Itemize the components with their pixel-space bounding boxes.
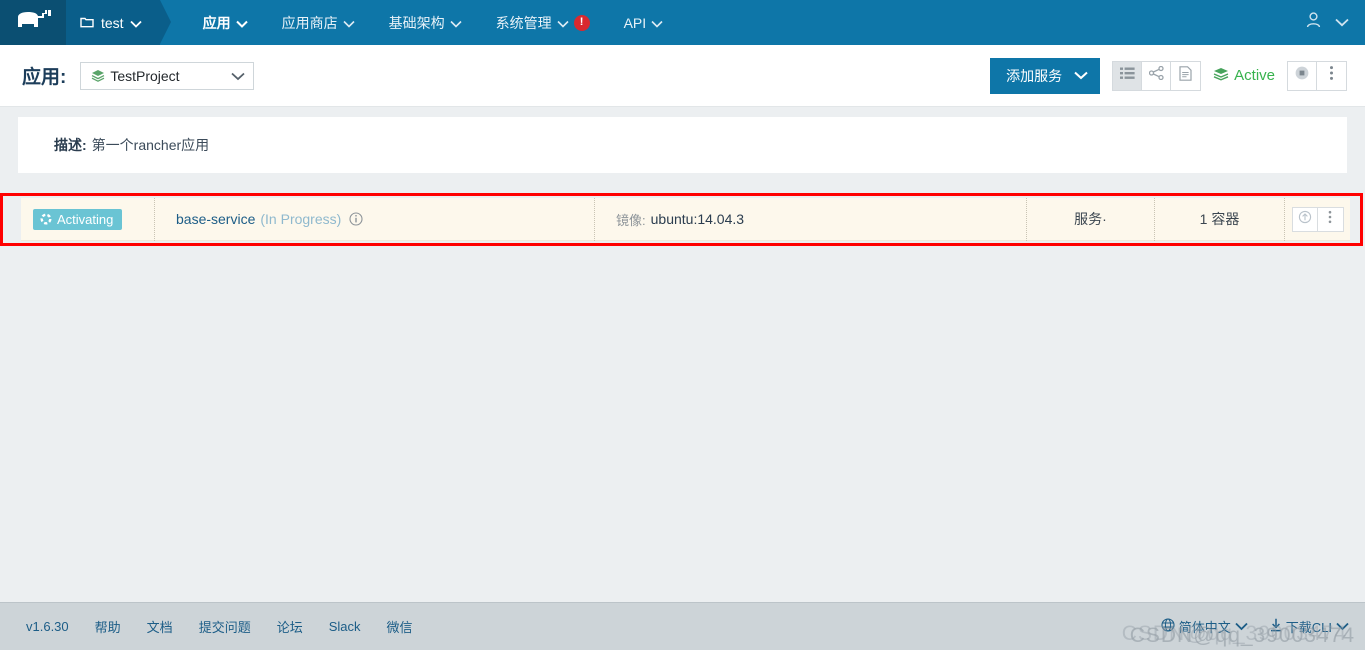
footer-link-docs[interactable]: 文档	[147, 617, 173, 636]
spinner-icon	[40, 213, 52, 225]
chevron-down-icon	[557, 15, 569, 31]
chevron-down-icon	[1235, 619, 1248, 634]
header-actions: 添加服务 Active	[990, 57, 1347, 94]
service-menu-button[interactable]	[1317, 207, 1343, 231]
stack-action-group	[1287, 60, 1347, 91]
service-name-cell: base-service (In Progress)	[154, 197, 594, 241]
nav-item-applications[interactable]: 应用	[186, 0, 265, 45]
download-cli-label: 下载CLI	[1285, 620, 1332, 635]
footer-version[interactable]: v1.6.30	[26, 619, 69, 634]
view-toggle-group	[1112, 60, 1202, 91]
list-icon	[1119, 67, 1135, 85]
add-service-label: 添加服务	[1006, 67, 1063, 84]
info-circle-icon[interactable]	[349, 212, 363, 226]
environment-selector[interactable]: test	[66, 0, 171, 45]
stack-icon	[1213, 67, 1229, 85]
chevron-down-icon[interactable]	[1335, 14, 1349, 32]
graph-view-button[interactable]	[1142, 61, 1172, 90]
download-icon	[1270, 618, 1282, 635]
document-icon	[1179, 65, 1192, 86]
share-icon	[1148, 65, 1164, 85]
language-selector[interactable]: 简体中文	[1161, 617, 1248, 636]
description-label: 描述:	[54, 137, 87, 153]
globe-icon	[1161, 618, 1175, 635]
service-state-cell: Activating	[21, 198, 154, 241]
page-header: 应用: TestProject 添加服务 Active	[0, 45, 1365, 107]
row-action-group	[1291, 206, 1344, 232]
download-cli-button[interactable]: 下载CLI	[1270, 617, 1349, 636]
project-selector[interactable]: TestProject	[80, 61, 255, 90]
footer-link-wechat[interactable]: 微信	[387, 617, 413, 636]
config-view-button[interactable]	[1171, 61, 1201, 90]
service-name-link[interactable]: base-service	[176, 211, 255, 227]
footer-link-forum[interactable]: 论坛	[277, 617, 303, 636]
rancher-logo[interactable]	[0, 0, 66, 45]
service-actions-cell	[1284, 197, 1350, 241]
rancher-cow-logo-icon	[14, 8, 52, 37]
stop-circle-icon	[1294, 65, 1310, 86]
description-card: 描述: 第一个rancher应用	[18, 117, 1347, 173]
footer-right-group: 简体中文 下载CLI	[1161, 617, 1349, 636]
service-scale-cell: 1 容器	[1154, 197, 1284, 241]
table-row[interactable]: Activating base-service (In Progress) 镜像…	[21, 197, 1350, 241]
nav-label: 应用商店	[281, 14, 338, 31]
nav-item-infrastructure[interactable]: 基础架构	[372, 0, 479, 45]
kebab-menu-icon	[1328, 210, 1332, 229]
service-image-cell: 镜像: ubuntu:14.04.3	[594, 197, 1026, 241]
chevron-down-icon	[343, 15, 355, 31]
nav-item-catalog[interactable]: 应用商店	[265, 0, 372, 45]
chevron-down-icon	[129, 15, 142, 31]
chevron-down-icon	[235, 15, 248, 31]
status-badge-label: Activating	[57, 211, 114, 227]
nav-item-api[interactable]: API	[607, 0, 681, 45]
stack-menu-button[interactable]	[1317, 61, 1346, 90]
footer-link-help[interactable]: 帮助	[95, 617, 121, 636]
footer: v1.6.30 帮助 文档 提交问题 论坛 Slack 微信 简体中文 下载CL…	[0, 602, 1365, 650]
image-value: ubuntu:14.04.3	[650, 211, 745, 227]
environment-name: test	[101, 14, 124, 31]
chevron-down-icon	[1336, 619, 1349, 634]
service-scale-label: 1 容器	[1199, 211, 1240, 227]
nav-item-admin[interactable]: 系统管理 !	[479, 0, 607, 45]
user-menu[interactable]	[1306, 0, 1365, 45]
chevron-down-icon	[450, 15, 462, 31]
alert-badge[interactable]: !	[573, 14, 590, 31]
stop-circle-icon-button[interactable]	[1288, 61, 1317, 90]
nav-label: 系统管理	[495, 14, 552, 31]
nav-label: 应用	[202, 14, 231, 31]
service-type-label: 服务·	[1074, 211, 1107, 227]
kebab-menu-icon	[1329, 65, 1334, 86]
status-badge: Active	[1234, 67, 1275, 84]
highlight-box: Activating base-service (In Progress) 镜像…	[0, 193, 1363, 246]
page-title: 应用:	[22, 67, 67, 88]
image-label: 镜像:	[616, 212, 646, 228]
nav-label: 基础架构	[388, 14, 445, 31]
language-label: 简体中文	[1178, 620, 1231, 635]
primary-nav-items: 应用 应用商店 基础架构 系统管理 ! API	[160, 0, 681, 45]
main-content: 描述: 第一个rancher应用 Activating base-service…	[0, 117, 1365, 622]
chevron-down-icon	[1074, 71, 1088, 80]
nav-label: API	[623, 14, 647, 31]
add-service-button[interactable]: 添加服务	[990, 57, 1101, 94]
folder-icon	[80, 15, 94, 31]
footer-link-slack[interactable]: Slack	[329, 619, 361, 634]
footer-link-issues[interactable]: 提交问题	[199, 617, 251, 636]
user-icon[interactable]	[1306, 12, 1321, 33]
service-substate: (In Progress)	[260, 211, 342, 227]
status-badge[interactable]: Activating	[33, 208, 123, 230]
description-value: 第一个rancher应用	[91, 137, 210, 153]
upgrade-service-button[interactable]	[1292, 207, 1318, 231]
stack-icon	[91, 69, 105, 82]
stack-status: Active	[1213, 67, 1275, 85]
circle-arrow-up-icon	[1298, 210, 1312, 229]
chevron-down-icon	[651, 15, 663, 31]
service-type-cell: 服务·	[1026, 197, 1154, 241]
chevron-down-icon	[231, 68, 245, 84]
project-name: TestProject	[110, 67, 180, 84]
top-navigation-bar: test 应用 应用商店 基础架构 系统管理 ! API	[0, 0, 1365, 45]
list-view-button[interactable]	[1113, 61, 1143, 90]
